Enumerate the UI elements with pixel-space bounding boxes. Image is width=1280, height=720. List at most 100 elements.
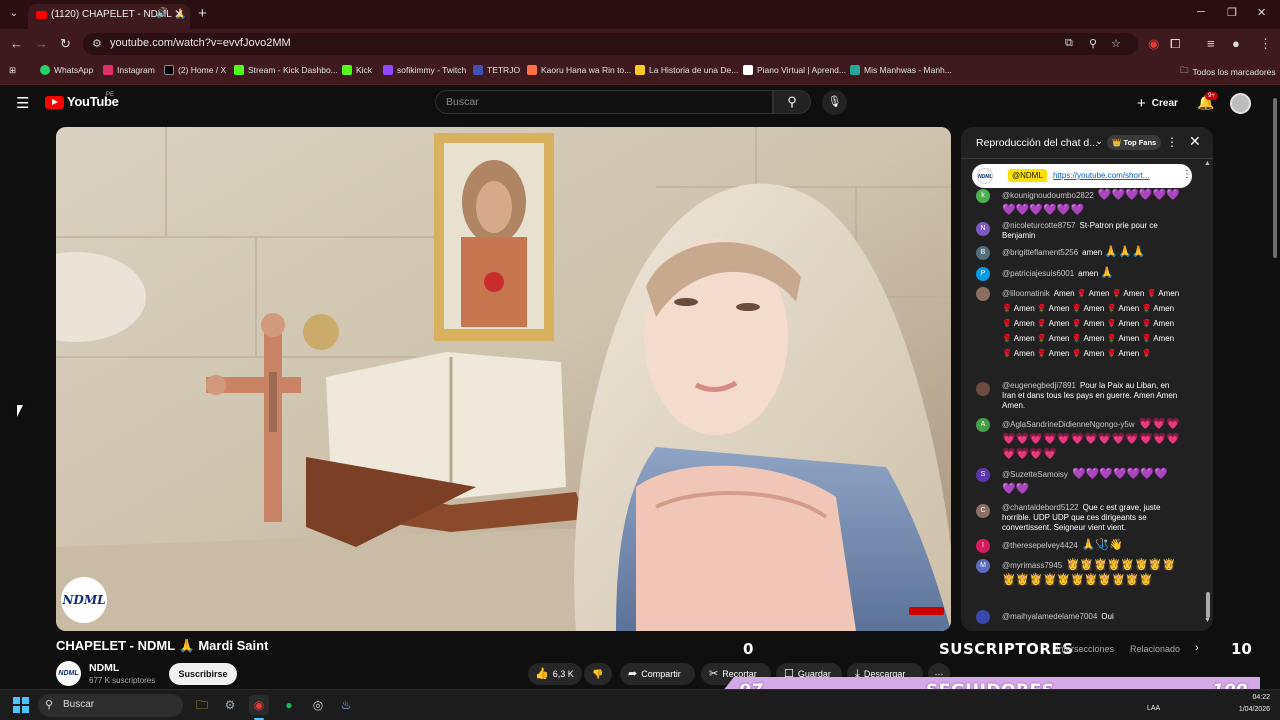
notification-count-badge: 9+ (1205, 92, 1218, 100)
new-tab-button[interactable]: + (198, 5, 207, 22)
more-options-icon[interactable]: ⋮ (1166, 135, 1178, 149)
windows-taskbar: ⚲ Buscar 🗀 ⚙ ◉ ● ◎ ♨ LAA 04:22 1/04/2026 (0, 689, 1280, 720)
clock-date[interactable]: 1/04/2026 (1222, 706, 1270, 713)
chevron-down-icon[interactable]: ⌄ (1095, 136, 1103, 147)
site-info-icon[interactable]: ⚙ (92, 37, 102, 50)
top-fans-badge[interactable]: 👑 Top Fans (1107, 135, 1162, 150)
cast-icon[interactable]: ⧉ (1065, 37, 1073, 50)
all-bookmarks-folder[interactable]: 🗀 Todos los marcadores (1180, 65, 1276, 79)
pinned-message[interactable]: NDML @NDML https://youtube.com/short... … (972, 164, 1192, 188)
tab-close-icon[interactable]: ✕ (174, 7, 184, 21)
avatar: I (976, 539, 990, 553)
search-input[interactable]: Buscar (435, 90, 773, 114)
app-icon[interactable]: ◎ (308, 695, 328, 715)
avatar: N (976, 222, 990, 236)
omnibox[interactable]: ⚙ youtube.com/watch?v=evvfJovo2MM ⧉ ⚲ ☆ (83, 33, 1138, 55)
avatar (976, 287, 990, 301)
chat-message: N @nicoleturcotte8757 St-Patron prie pour… (976, 221, 1181, 241)
chip-related[interactable]: Relacionado (1130, 644, 1180, 654)
like-button[interactable]: 👍 6,3 K (528, 663, 582, 685)
taskbar-search[interactable]: ⚲ Buscar (38, 694, 183, 717)
chat-message: k @kounignoudoumbo2822 💜💜💜💜💜💜💜💜💜💜💜💜 (976, 188, 1181, 218)
search-icon[interactable]: ⚲ (773, 90, 811, 114)
avatar (976, 382, 990, 396)
subscribe-button[interactable]: Suscribirse (169, 663, 237, 685)
search-icon: ⚲ (45, 699, 54, 711)
bookmark-item[interactable]: WhatsApp (40, 65, 93, 75)
taskbar-search-label: Buscar (63, 699, 95, 710)
chrome-icon[interactable]: ◉ (249, 695, 269, 715)
video-player[interactable] (56, 127, 951, 631)
settings-gear-icon[interactable]: ⚙ (220, 695, 240, 715)
apps-grid-icon[interactable]: ⊞ (9, 65, 16, 76)
windows-start-icon[interactable] (13, 697, 29, 713)
chat-header: Reproducción del chat d... ⌄ 👑 Top Fans … (961, 127, 1213, 159)
video-title: CHAPELET - NDML 🙏 Mardi Saint (56, 638, 269, 653)
channel-avatar[interactable]: NDML (56, 661, 81, 686)
input-language[interactable]: LAA (1147, 705, 1160, 712)
account-avatar[interactable] (1230, 93, 1251, 114)
avatar: A (976, 418, 990, 432)
browser-menu-icon[interactable]: ⋮ (1259, 36, 1272, 52)
create-button[interactable]: + Crear (1137, 95, 1178, 112)
forward-icon[interactable]: → (35, 36, 48, 51)
goal-label: SUSCRIPTORES (939, 640, 1074, 658)
scroll-down-icon[interactable]: ▼ (1204, 617, 1211, 624)
plus-icon: + (1137, 95, 1146, 112)
url-text[interactable]: youtube.com/watch?v=evvfJovo2MM (110, 37, 291, 49)
chevron-right-icon[interactable]: › (1195, 642, 1199, 654)
bookmark-item[interactable]: Kick (342, 65, 372, 75)
restore-icon[interactable]: ❐ (1227, 6, 1237, 19)
bookmark-item[interactable]: Instagram (103, 65, 155, 75)
chat-scrollbar[interactable] (1205, 160, 1211, 625)
extensions-puzzle-icon[interactable]: ⧠ (1170, 36, 1180, 52)
avatar: P (976, 267, 990, 281)
more-options-icon[interactable]: ⋮ (1182, 169, 1192, 180)
channel-name[interactable]: NDML (89, 662, 119, 674)
steam-icon[interactable]: ♨ (336, 695, 356, 715)
hamburger-menu-icon[interactable]: ☰ (16, 94, 29, 112)
video-frame (56, 127, 951, 631)
channel-watermark[interactable]: NDML (61, 577, 107, 623)
clock-time[interactable]: 04:22 (1222, 694, 1270, 701)
bookmark-star-icon[interactable]: ☆ (1111, 37, 1121, 50)
profile-avatar-icon[interactable]: ● (1232, 36, 1240, 51)
thumbs-down-icon: 👎 (592, 669, 604, 679)
share-button[interactable]: ➦ Compartir (620, 663, 695, 685)
chat-title[interactable]: Reproducción del chat d... (976, 137, 1098, 149)
bookmark-item[interactable]: Piano Virtual | Aprend... (743, 65, 846, 75)
address-bar-row: ← → ↻ ⚙ youtube.com/watch?v=evvfJovo2MM … (0, 29, 1280, 59)
reload-icon[interactable]: ↻ (60, 36, 71, 52)
spotify-icon[interactable]: ● (279, 695, 299, 715)
zoom-icon[interactable]: ⚲ (1089, 37, 1097, 50)
back-icon[interactable]: ← (10, 36, 23, 51)
bookmark-item[interactable]: Stream - Kick Dashbo... (234, 65, 338, 75)
extension-icon[interactable]: ◉ (1148, 36, 1159, 52)
close-icon[interactable]: ✕ (1189, 133, 1201, 150)
chip-intersections[interactable]: Intersecciones (1056, 644, 1114, 654)
bookmark-item[interactable]: TETRJO (473, 65, 520, 75)
pinned-link[interactable]: https://youtube.com/short... (1053, 171, 1150, 180)
microphone-icon[interactable]: 🎙 (822, 90, 847, 115)
bookmark-item[interactable]: sofikimmy - Twitch (383, 65, 466, 75)
window-close-icon[interactable]: ✕ (1257, 6, 1266, 19)
bookmark-item[interactable]: La Historia de una De... (635, 65, 738, 75)
goal-target: 10 (1231, 640, 1252, 658)
file-explorer-icon[interactable]: 🗀 (192, 695, 212, 715)
speaker-icon[interactable]: 🔊 (156, 8, 168, 19)
bookmark-item[interactable]: Mis Manhwas - Manh... (850, 65, 952, 75)
page-scrollbar[interactable] (1271, 88, 1279, 688)
bookmark-item[interactable]: (2) Home / X (164, 65, 226, 75)
browser-tab-active[interactable]: (1120) CHAPELET - NDML 🙏 🔊 ✕ (28, 4, 190, 29)
youtube-favicon-icon (36, 11, 47, 19)
reading-list-icon[interactable]: ≡ (1207, 36, 1215, 51)
chat-message: M @myrimass7945 👸👸👸👸👸👸👸👸👸👸👸👸👸👸👸👸👸👸👸 (976, 558, 1181, 588)
minimize-icon[interactable]: ─ (1197, 6, 1205, 18)
youtube-logo-icon[interactable] (45, 96, 64, 109)
avatar: k (976, 189, 990, 203)
dislike-button[interactable]: 👎 (584, 663, 612, 685)
subscriber-count: 677 K suscriptores (89, 676, 156, 685)
bookmark-item[interactable]: Kaoru Hana wa Rin to... (527, 65, 631, 75)
chat-message: I @theresepelvey4424 🙏🩺👋 (976, 538, 1181, 553)
tab-list-button[interactable]: ⌄ (6, 6, 22, 22)
